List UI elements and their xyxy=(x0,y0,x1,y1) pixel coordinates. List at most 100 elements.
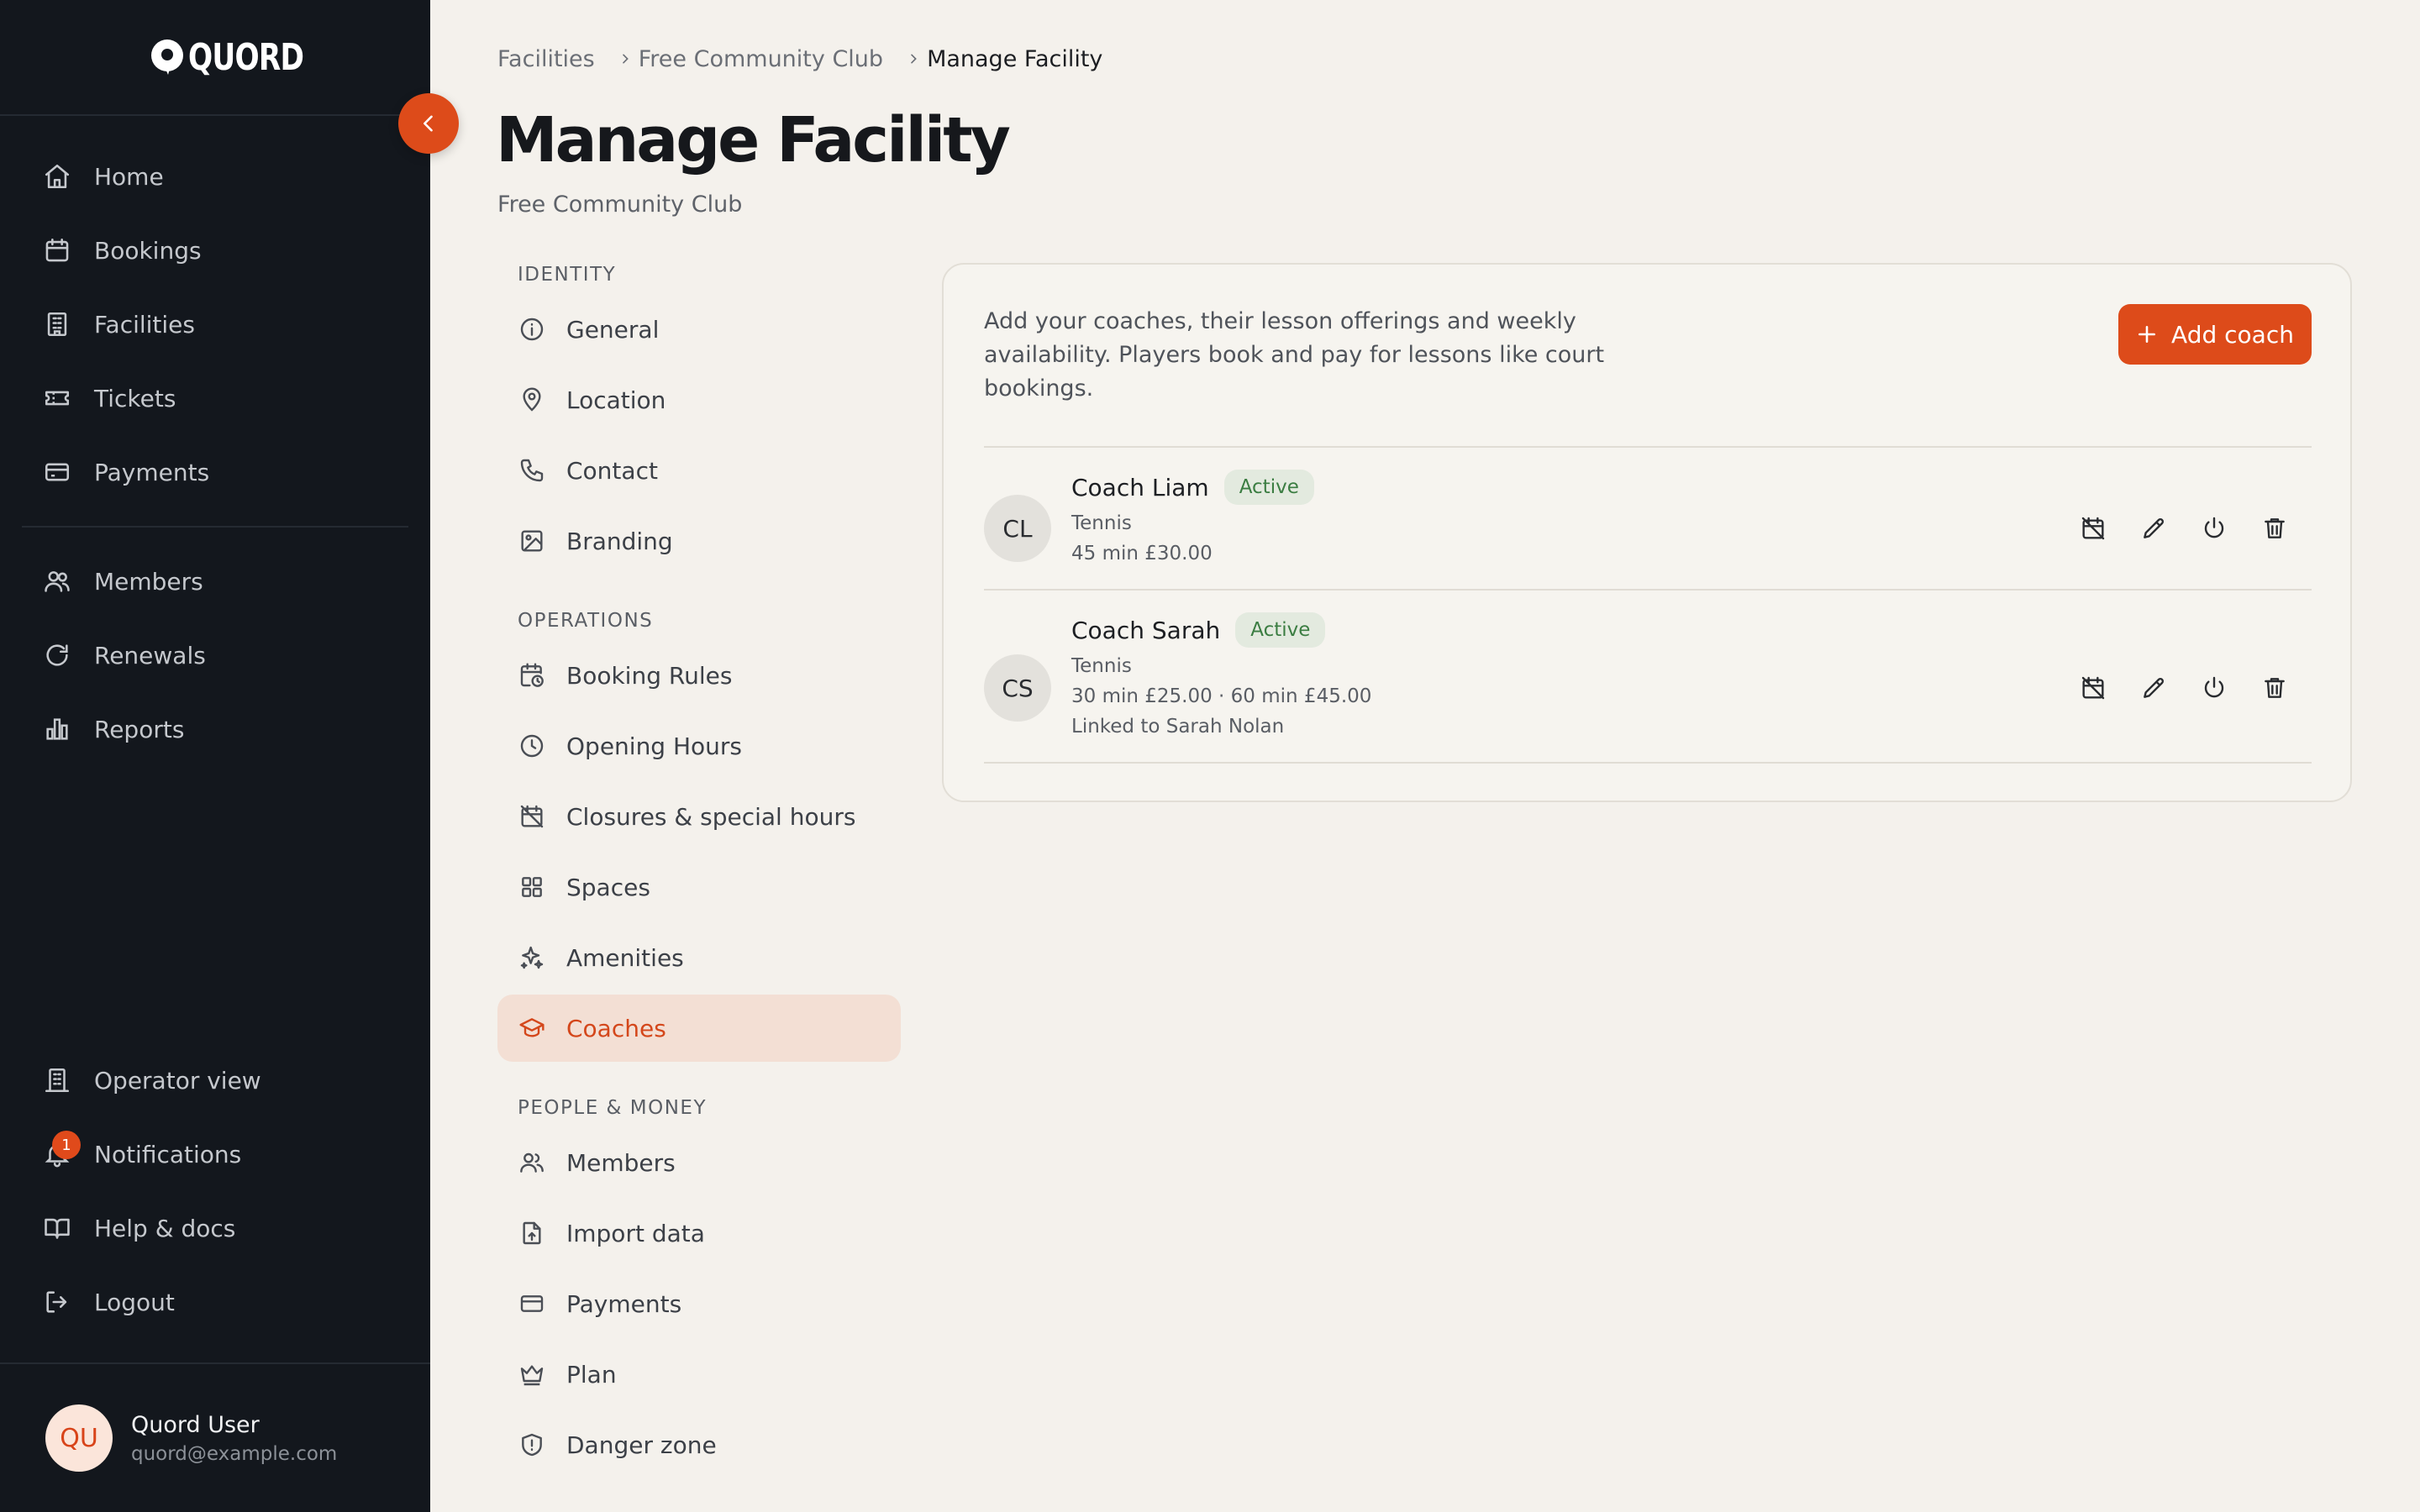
bell-icon: 1 xyxy=(42,1131,81,1169)
page-subtitle: Free Community Club xyxy=(497,192,743,218)
settings-nav-closures[interactable]: Closures & special hours xyxy=(497,783,901,850)
sidebar-item-help[interactable]: Help & docs xyxy=(42,1203,395,1253)
breadcrumb: Facilities Free Community Club Manage Fa… xyxy=(497,42,1102,76)
toggle-active-button[interactable] xyxy=(2201,675,2228,701)
availability-button[interactable] xyxy=(2080,515,2107,542)
home-icon xyxy=(42,161,72,192)
settings-nav-label: Coaches xyxy=(566,1014,666,1042)
sidebar-item-members[interactable]: Members xyxy=(42,556,395,606)
coach-row[interactable]: CL Coach Liam Active Tennis 45 min £30.0… xyxy=(984,466,2312,574)
settings-nav-label: Booking Rules xyxy=(566,661,733,690)
sparkles-icon xyxy=(518,943,546,972)
delete-coach-button[interactable] xyxy=(2261,515,2288,542)
delete-coach-button[interactable] xyxy=(2261,675,2288,701)
settings-nav-contact[interactable]: Contact xyxy=(497,437,901,504)
collapse-sidebar-button[interactable] xyxy=(398,93,459,154)
edit-coach-button[interactable] xyxy=(2140,515,2167,542)
settings-nav-opening-hours[interactable]: Opening Hours xyxy=(497,712,901,780)
settings-nav-danger-zone[interactable]: Danger zone xyxy=(497,1411,901,1478)
settings-nav-label: Import data xyxy=(566,1219,705,1247)
pencil-icon xyxy=(2144,677,2165,698)
add-coach-button[interactable]: Add coach xyxy=(2118,304,2312,365)
settings-nav-import-data[interactable]: Import data xyxy=(497,1200,901,1267)
sidebar-item-label: Payments xyxy=(94,458,210,486)
availability-button[interactable] xyxy=(2080,675,2107,701)
brand-name: QUORD xyxy=(188,35,304,79)
sidebar-item-label: Operator view xyxy=(94,1066,261,1095)
sidebar-item-reports[interactable]: Reports xyxy=(42,704,395,754)
toggle-active-button[interactable] xyxy=(2201,515,2228,542)
settings-nav-label: Spaces xyxy=(566,873,650,901)
user-name: Quord User xyxy=(131,1411,260,1438)
settings-nav-branding[interactable]: Branding xyxy=(497,507,901,575)
sidebar-item-tickets[interactable]: Tickets xyxy=(42,373,395,423)
edit-coach-button[interactable] xyxy=(2140,675,2167,701)
sidebar-item-label: Home xyxy=(94,162,164,191)
settings-nav-members[interactable]: Members xyxy=(497,1129,901,1196)
settings-nav-label: Amenities xyxy=(566,943,684,972)
sidebar-item-renewals[interactable]: Renewals xyxy=(42,630,395,680)
section-label-people-money: PEOPLE & MONEY xyxy=(518,1097,708,1119)
quord-logo-icon xyxy=(151,39,183,75)
settings-nav-location[interactable]: Location xyxy=(497,366,901,433)
graduation-cap-icon xyxy=(518,1014,546,1042)
breadcrumb-current: Manage Facility xyxy=(927,45,1103,72)
coaches-panel: Add your coaches, their lesson offerings… xyxy=(942,263,2352,802)
sidebar-item-home[interactable]: Home xyxy=(42,151,395,202)
calendar-off-icon xyxy=(518,802,546,831)
sidebar-item-facilities[interactable]: Facilities xyxy=(42,299,395,349)
phone-icon xyxy=(518,456,546,485)
bar-chart-icon xyxy=(42,714,72,744)
power-icon xyxy=(2204,676,2224,698)
settings-nav-label: Danger zone xyxy=(566,1431,717,1459)
settings-nav-label: Contact xyxy=(566,456,658,485)
file-upload-icon xyxy=(518,1219,546,1247)
section-label-operations: OPERATIONS xyxy=(518,610,654,632)
settings-nav-amenities[interactable]: Amenities xyxy=(497,924,901,991)
sidebar: QUORD Home Bookings Facilities Tickets P… xyxy=(0,0,430,1512)
sidebar-item-operator-view[interactable]: Operator view xyxy=(42,1055,395,1105)
clock-icon xyxy=(518,732,546,760)
sidebar-item-bookings[interactable]: Bookings xyxy=(42,225,395,276)
brand-logo[interactable]: QUORD xyxy=(0,35,430,79)
settings-nav-booking-rules[interactable]: Booking Rules xyxy=(497,642,901,709)
coach-linked-user: Linked to Sarah Nolan xyxy=(1071,716,1285,738)
breadcrumb-club[interactable]: Free Community Club xyxy=(639,46,883,72)
status-badge: Active xyxy=(1223,470,1314,505)
section-label-identity: IDENTITY xyxy=(518,264,617,286)
sidebar-item-payments[interactable]: Payments xyxy=(42,447,395,497)
settings-nav-label: Members xyxy=(566,1148,676,1177)
power-icon xyxy=(2204,517,2224,538)
coach-info: Coach Sarah Active Tennis 30 min £25.00 … xyxy=(1071,609,1371,742)
sidebar-item-label: Bookings xyxy=(94,236,202,265)
avatar: QU xyxy=(45,1404,113,1472)
map-pin-icon xyxy=(518,386,546,414)
settings-nav-general[interactable]: General xyxy=(497,296,901,363)
sidebar-item-notifications[interactable]: 1 Notifications xyxy=(42,1129,395,1179)
card-icon xyxy=(42,457,72,487)
settings-nav-plan[interactable]: Plan xyxy=(497,1341,901,1408)
pencil-icon xyxy=(2144,517,2165,538)
coach-info: Coach Liam Active Tennis 45 min £30.00 xyxy=(1071,466,1314,569)
card-icon xyxy=(518,1289,546,1318)
sidebar-divider xyxy=(0,114,430,116)
users-icon xyxy=(518,1148,546,1177)
settings-nav-coaches[interactable]: Coaches xyxy=(497,995,901,1062)
user-profile[interactable]: QU Quord User quord@example.com xyxy=(45,1403,337,1473)
trash-icon xyxy=(2265,518,2285,538)
building-icon xyxy=(42,1065,72,1095)
coach-row[interactable]: CS Coach Sarah Active Tennis 30 min £25.… xyxy=(984,609,2312,750)
row-divider xyxy=(984,762,2312,764)
settings-nav-label: Opening Hours xyxy=(566,732,743,760)
settings-nav-spaces[interactable]: Spaces xyxy=(497,853,901,921)
sidebar-item-logout[interactable]: Logout xyxy=(42,1277,395,1327)
chevron-right-icon xyxy=(907,52,920,66)
breadcrumb-facilities[interactable]: Facilities xyxy=(497,46,595,72)
coach-sport: Tennis xyxy=(1071,655,1132,677)
sidebar-item-label: Facilities xyxy=(94,310,195,339)
page-title: Manage Facility xyxy=(496,104,1011,176)
row-divider xyxy=(984,589,2312,591)
settings-nav-payments[interactable]: Payments xyxy=(497,1270,901,1337)
coach-actions xyxy=(2080,515,2288,542)
ticket-icon xyxy=(42,383,72,413)
